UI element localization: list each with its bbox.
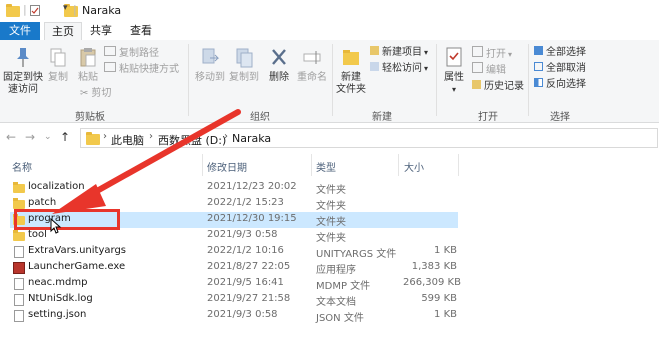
annotation-arrow-icon [52,109,241,214]
mouse-cursor-icon [50,218,62,234]
